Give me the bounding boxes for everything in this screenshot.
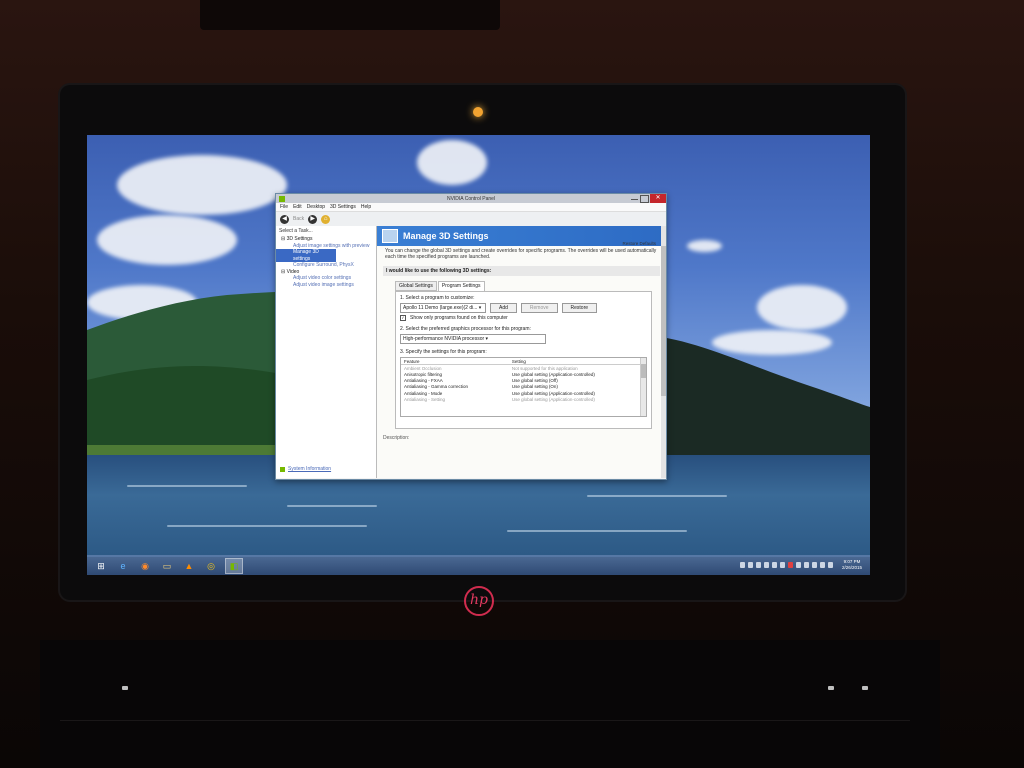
program-select[interactable]: Apollo 11 Demo (large.exe)(2 di... ▾ bbox=[400, 303, 486, 313]
tray-icon[interactable] bbox=[779, 562, 785, 568]
table-row[interactable]: Ambient Occlusion Not supported for this … bbox=[401, 365, 646, 372]
home-icon[interactable]: ⌂ bbox=[321, 214, 331, 224]
step3-label: 3. Specify the settings for this program… bbox=[400, 349, 487, 355]
tray-icon[interactable] bbox=[739, 562, 745, 568]
tray-icon[interactable] bbox=[787, 562, 793, 568]
content-pane: Manage 3D Settings Restore Defaults You … bbox=[377, 226, 666, 478]
table-row[interactable]: Antialiasing - Setting Use global setting… bbox=[401, 396, 646, 402]
task-adjust-video-image[interactable]: Adjust video image settings bbox=[276, 282, 376, 289]
tray-icon[interactable] bbox=[755, 562, 761, 568]
menu-desktop[interactable]: Desktop bbox=[307, 204, 325, 210]
back-icon[interactable]: ◀ bbox=[280, 214, 289, 224]
tray-icon[interactable] bbox=[795, 562, 801, 568]
chrome-icon[interactable]: ◎ bbox=[203, 559, 219, 573]
cloud bbox=[417, 140, 487, 185]
tray-icon[interactable] bbox=[771, 562, 777, 568]
program-settings-panel: 1. Select a program to customize: Apollo… bbox=[395, 291, 652, 429]
file-explorer-icon[interactable]: ▭ bbox=[159, 559, 175, 573]
minimize-button[interactable] bbox=[631, 199, 638, 200]
show-only-label: Show only programs found on this compute… bbox=[410, 315, 508, 321]
tray-icon[interactable] bbox=[747, 562, 753, 568]
table-scrollbar[interactable] bbox=[640, 358, 646, 416]
cloud bbox=[97, 215, 237, 265]
description-label: Description: bbox=[383, 435, 410, 441]
page-description: You can change the global 3D settings an… bbox=[385, 248, 657, 260]
maximize-button[interactable] bbox=[640, 195, 649, 203]
wifi-icon[interactable] bbox=[819, 562, 825, 568]
webcam-light bbox=[473, 107, 483, 117]
internet-explorer-icon[interactable]: e bbox=[115, 559, 131, 573]
step1-label: 1. Select a program to customize: bbox=[400, 295, 475, 301]
task-manage-3d-settings[interactable]: Manage 3D settings bbox=[276, 249, 336, 262]
back-label[interactable]: Back bbox=[293, 216, 304, 222]
firefox-icon[interactable]: ◉ bbox=[137, 559, 153, 573]
settings-table: Feature Setting Ambient Occlusion Not sup… bbox=[400, 357, 647, 417]
power-led bbox=[122, 686, 128, 690]
system-info-icon bbox=[280, 466, 285, 472]
cloud bbox=[687, 240, 722, 252]
remove-button[interactable]: Remove bbox=[520, 303, 558, 313]
column-header-feature: Feature bbox=[401, 358, 509, 366]
task-pane-heading: Select a Task... bbox=[279, 228, 313, 234]
gpu-select[interactable]: High-performance NVIDIA processor ▾ bbox=[400, 334, 546, 344]
nvidia-control-panel-window: NVIDIA Control Panel ✕ File Edit Desktop… bbox=[275, 193, 667, 480]
status-led bbox=[828, 686, 834, 690]
restore-defaults-link[interactable]: Restore Defaults bbox=[622, 241, 656, 246]
3d-settings-icon bbox=[382, 229, 398, 243]
table-header-row: Feature Setting bbox=[401, 358, 646, 366]
content-scrollbar[interactable] bbox=[661, 226, 666, 478]
menu-help[interactable]: Help bbox=[361, 204, 371, 210]
taskbar: ⊞ e ◉ ▭ ▲ ◎ ◧ 9:07 PM 2/26/2015 bbox=[87, 557, 870, 575]
vlc-icon[interactable]: ▲ bbox=[181, 559, 197, 573]
taskbar-clock[interactable]: 9:07 PM 2/26/2015 bbox=[842, 559, 862, 571]
tab-global-settings[interactable]: Global Settings bbox=[395, 281, 437, 291]
step2-label: 2. Select the preferred graphics process… bbox=[400, 326, 531, 332]
system-information-link[interactable]: System Information bbox=[280, 466, 331, 472]
system-tray: 9:07 PM 2/26/2015 bbox=[739, 559, 862, 571]
status-led bbox=[862, 686, 868, 690]
menu-bar: File Edit Desktop 3D Settings Help bbox=[276, 203, 666, 212]
page-title: Manage 3D Settings bbox=[403, 231, 489, 241]
laptop-keyboard-deck bbox=[40, 640, 940, 768]
restore-button[interactable]: Restore bbox=[561, 303, 598, 313]
menu-edit[interactable]: Edit bbox=[293, 204, 302, 210]
task-pane: Select a Task... ⊟ 3D Settings Adjust im… bbox=[276, 226, 377, 478]
tray-icon[interactable] bbox=[803, 562, 809, 568]
tray-icon[interactable] bbox=[763, 562, 769, 568]
wall-shelf bbox=[200, 0, 500, 30]
forward-icon[interactable]: ▶ bbox=[308, 214, 318, 224]
hp-logo: hp bbox=[464, 586, 494, 616]
menu-3d-settings[interactable]: 3D Settings bbox=[330, 204, 356, 210]
keyboard-row bbox=[60, 720, 910, 729]
toolbar: ◀ Back ▶ ⌂ bbox=[276, 212, 666, 227]
tray-icon[interactable] bbox=[811, 562, 817, 568]
tab-program-settings[interactable]: Program Settings bbox=[437, 281, 485, 291]
nvidia-icon[interactable]: ◧ bbox=[225, 558, 243, 574]
column-header-setting: Setting bbox=[508, 358, 646, 366]
close-button[interactable]: ✕ bbox=[650, 194, 666, 203]
settings-tabs: Global Settings Program Settings bbox=[395, 281, 666, 291]
add-button[interactable]: Add bbox=[490, 303, 517, 313]
menu-file[interactable]: File bbox=[280, 204, 288, 210]
window-title: NVIDIA Control Panel bbox=[446, 195, 496, 202]
desktop-screen: NVIDIA Control Panel ✕ File Edit Desktop… bbox=[87, 135, 870, 575]
section-title: I would like to use the following 3D set… bbox=[383, 266, 660, 276]
title-bar[interactable]: NVIDIA Control Panel ✕ bbox=[276, 194, 666, 203]
start-button[interactable]: ⊞ bbox=[93, 559, 109, 573]
cloud bbox=[117, 155, 287, 215]
volume-icon[interactable] bbox=[827, 562, 833, 568]
show-only-checkbox[interactable]: ✓ bbox=[400, 315, 406, 321]
